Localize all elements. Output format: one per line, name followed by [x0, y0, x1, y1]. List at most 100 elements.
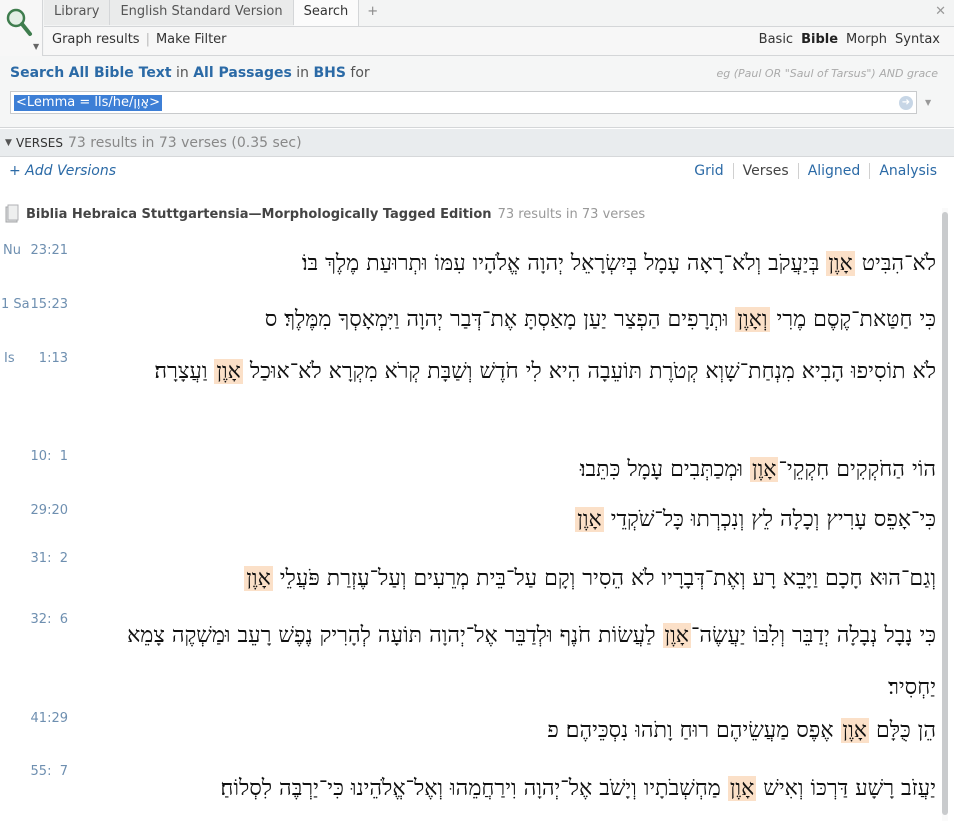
view-verses[interactable]: Verses: [732, 163, 798, 179]
verse-text-after: וּתְרָפִים הַפְצַר יַעַן מָאַסְתָּ אֶת־ד…: [264, 307, 736, 332]
verse-text-before: לֹא תוֹסִיפוּ הָבִיא מִנְחַת־שָׁוְא קְטֹ…: [242, 359, 936, 384]
book-abbrev: Is: [4, 351, 15, 366]
mode-morph[interactable]: Morph: [846, 32, 887, 47]
verse-text: כִּי נָבָל נְבָלָה יְדַבֵּר וְלִבּוֹ יַע…: [78, 610, 936, 714]
search-hit[interactable]: אָוֶן: [662, 623, 691, 648]
search-tool-button[interactable]: ▼: [0, 0, 43, 56]
verse-text-before: כִּי נָבָל נְבָלָה יְדַבֵּר וְלִבּוֹ יַע…: [690, 623, 936, 648]
chapter-verse: 31: 2: [30, 551, 68, 566]
search-hit[interactable]: אָוֶן: [244, 566, 273, 591]
verse-text: לֹא תוֹסִיפוּ הָבִיא מִנְחַת־שָׁוְא קְטֹ…: [78, 346, 936, 398]
verse-text-after: וּמְכַתְּבִים עָמָל כִּתֵּבוּ׃: [579, 457, 751, 482]
chapter-verse: 41:29: [30, 711, 68, 726]
verse-row[interactable]: Nu 23:21 לֹא־הִבִּיט אָוֶן בְּיַעֲקֹב וְל…: [0, 232, 940, 292]
close-icon[interactable]: ✕: [935, 4, 946, 19]
mode-basic[interactable]: Basic: [759, 32, 793, 47]
verse-row[interactable]: 55: 7 יַעֲזֹב רָשָׁע דַּרְכּוֹ וְאִישׁ א…: [0, 762, 940, 821]
history-dropdown-icon[interactable]: ▼: [925, 98, 931, 107]
search-hit[interactable]: אָוֶן: [214, 359, 243, 384]
verse-text-before: וְגַם־הוּא חָכָם וַיָּבֵא רָע וְאֶת־דְּב…: [272, 566, 936, 591]
search-hit[interactable]: אָוֶן: [575, 507, 604, 532]
scrollbar-thumb[interactable]: [942, 212, 948, 815]
results-type-label[interactable]: VERSES: [16, 136, 63, 150]
tab-strip: Library English Standard Version Search …: [44, 0, 386, 26]
mode-syntax[interactable]: Syntax: [895, 32, 940, 47]
tab-search[interactable]: Search: [293, 0, 360, 26]
chevron-down-icon[interactable]: ▼: [33, 42, 39, 51]
chapter-verse: 55: 7: [30, 764, 68, 779]
verse-text-after: וַעֲצָרָה׃: [154, 359, 215, 384]
verse-row[interactable]: Is 1:13 לֹא תוֹסִיפוּ הָבִיא מִנְחַת־שָׁו…: [0, 348, 940, 446]
scrollbar[interactable]: [942, 208, 948, 821]
verse-text: וְגַם־הוּא חָכָם וַיָּבֵא רָע וְאֶת־דְּב…: [78, 553, 936, 605]
search-hit[interactable]: אָוֶן: [750, 457, 779, 482]
resource-result-count: 73 results in 73 verses: [497, 206, 646, 222]
search-mode-switcher: Basic Bible Morph Syntax: [759, 32, 940, 47]
verse-text: הוֹי הַחֹקְקִים חִקְקֵי־אָוֶן וּמְכַתְּב…: [78, 444, 936, 496]
chapter-verse: 10: 1: [30, 449, 68, 464]
search-subtoolbar: Graph results | Make Filter Basic Bible …: [44, 26, 954, 55]
verse-text: כִּי־אָפֵס עָרִיץ וְכָלָה לֵץ וְנִכְרְתו…: [78, 494, 936, 546]
add-versions-link[interactable]: + Add Versions: [9, 163, 116, 179]
book-abbrev: 1 Sa: [1, 297, 30, 312]
verse-text-after: אֶפֶס מַעֲשֵׂיהֶם רוּחַ וָתֹהוּ נִסְכֵּי…: [547, 718, 841, 743]
book-abbrev: Nu: [3, 243, 21, 258]
resource-title[interactable]: Biblia Hebraica Stuttgartensia—Morpholog…: [26, 207, 492, 222]
search-hit[interactable]: אָוֶן: [727, 776, 757, 801]
verse-row[interactable]: 32: 6 כִּי נָבָל נְבָלָה יְדַבֵּר וְלִבּ…: [0, 610, 940, 708]
search-hit[interactable]: אָוֶן: [826, 251, 855, 276]
results-header: ▼ VERSES 73 results in 73 verses (0.35 s…: [0, 129, 954, 157]
scope-for-label: for: [350, 65, 370, 81]
tab-library[interactable]: Library: [44, 0, 111, 25]
scope-version-dropdown[interactable]: BHS: [313, 65, 345, 81]
chapter-verse: 15:23: [30, 297, 68, 312]
verse-text: הֵן כֻּלָּם אָוֶן אֶפֶס מַעֲשֵׂיהֶם רוּח…: [78, 705, 936, 757]
verse-text: כִּי חַטַּאת־קֶסֶם מֶרִי וְאָוֶן וּתְרָפ…: [78, 294, 936, 346]
verse-text-before: הוֹי הַחֹקְקִים חִקְקֵי־: [778, 457, 936, 482]
view-analysis[interactable]: Analysis: [869, 163, 946, 179]
search-hint: eg (Paul OR "Saul of Tarsus") AND grace: [716, 67, 938, 80]
verse-row[interactable]: 29:20 כִּי־אָפֵס עָרִיץ וְכָלָה לֵץ וְנִ…: [0, 500, 940, 554]
verse-row[interactable]: 10: 1 הוֹי הַחֹקְקִים חִקְקֵי־אָוֶן וּמְ…: [0, 446, 940, 500]
verse-text: יַעֲזֹב רָשָׁע דַּרְכּוֹ וְאִישׁ אָוֶן מ…: [78, 763, 936, 815]
search-hit[interactable]: וְאָוֶן: [735, 307, 770, 332]
chapter-verse: 32: 6: [30, 612, 68, 627]
add-tab-button[interactable]: +: [359, 0, 386, 25]
graph-results-button[interactable]: Graph results: [52, 32, 146, 47]
book-icon: [5, 204, 19, 223]
search-label: Search: [10, 65, 65, 81]
mode-bible[interactable]: Bible: [801, 32, 838, 47]
view-aligned[interactable]: Aligned: [797, 163, 870, 179]
toolbar: ▼ Library English Standard Version Searc…: [0, 0, 954, 56]
verse-text-before: כִּי חַטַּאת־קֶסֶם מֶרִי: [769, 307, 937, 332]
verse-text-after: בְּיַעֲקֹב וְלֹא־רָאָה עָמָל בְּיִשְׂרָא…: [301, 251, 827, 276]
resource-header: Biblia Hebraica Stuttgartensia—Morpholog…: [4, 203, 645, 225]
search-definition-panel: Search All Bible Text in All Passages in…: [0, 56, 954, 128]
chapter-verse: 1:13: [38, 351, 68, 366]
chapter-verse: 29:20: [30, 503, 68, 518]
search-query-text[interactable]: <Lemma = lls/he/אָוֶן>: [14, 95, 163, 111]
search-input[interactable]: <Lemma = lls/he/אָוֶן> ➜: [10, 91, 917, 114]
make-filter-button[interactable]: Make Filter: [150, 32, 233, 47]
collapse-triangle-icon[interactable]: ▼: [5, 138, 12, 148]
search-hit[interactable]: אָוֶן: [840, 718, 869, 743]
verse-row[interactable]: 41:29 הֵן כֻּלָּם אָוֶן אֶפֶס מַעֲשֵׂיהֶ…: [0, 708, 940, 762]
verse-row[interactable]: 1 Sa 15:23 כִּי חַטַּאת־קֶסֶם מֶרִי וְאָו…: [0, 292, 940, 348]
view-switcher: Grid Verses Aligned Analysis: [685, 163, 946, 179]
run-search-icon[interactable]: ➜: [899, 96, 913, 110]
verse-text-before: יַעֲזֹב רָשָׁע דַּרְכּוֹ וְאִישׁ: [756, 776, 936, 801]
tab-esv[interactable]: English Standard Version: [110, 0, 294, 25]
verse-text: לֹא־הִבִּיט אָוֶן בְּיַעֲקֹב וְלֹא־רָאָה…: [78, 238, 936, 290]
results-summary: 73 results in 73 verses (0.35 sec): [68, 135, 302, 151]
verse-row[interactable]: 31: 2 וְגַם־הוּא חָכָם וַיָּבֵא רָע וְאֶ…: [0, 551, 940, 610]
verse-text-before: לֹא־הִבִּיט: [854, 251, 936, 276]
verse-text-before: הֵן כֻּלָּם: [868, 718, 936, 743]
scope-passages-dropdown[interactable]: All Passages: [193, 65, 292, 81]
chapter-verse: 23:21: [30, 243, 68, 258]
scope-in-label: in: [175, 65, 189, 81]
scope-text-dropdown[interactable]: All Bible Text: [69, 65, 172, 81]
magnifier-icon: [6, 8, 32, 36]
search-scope: Search All Bible Text in All Passages in…: [10, 65, 370, 81]
scope-in-label-2: in: [296, 65, 310, 81]
view-grid[interactable]: Grid: [685, 163, 732, 179]
